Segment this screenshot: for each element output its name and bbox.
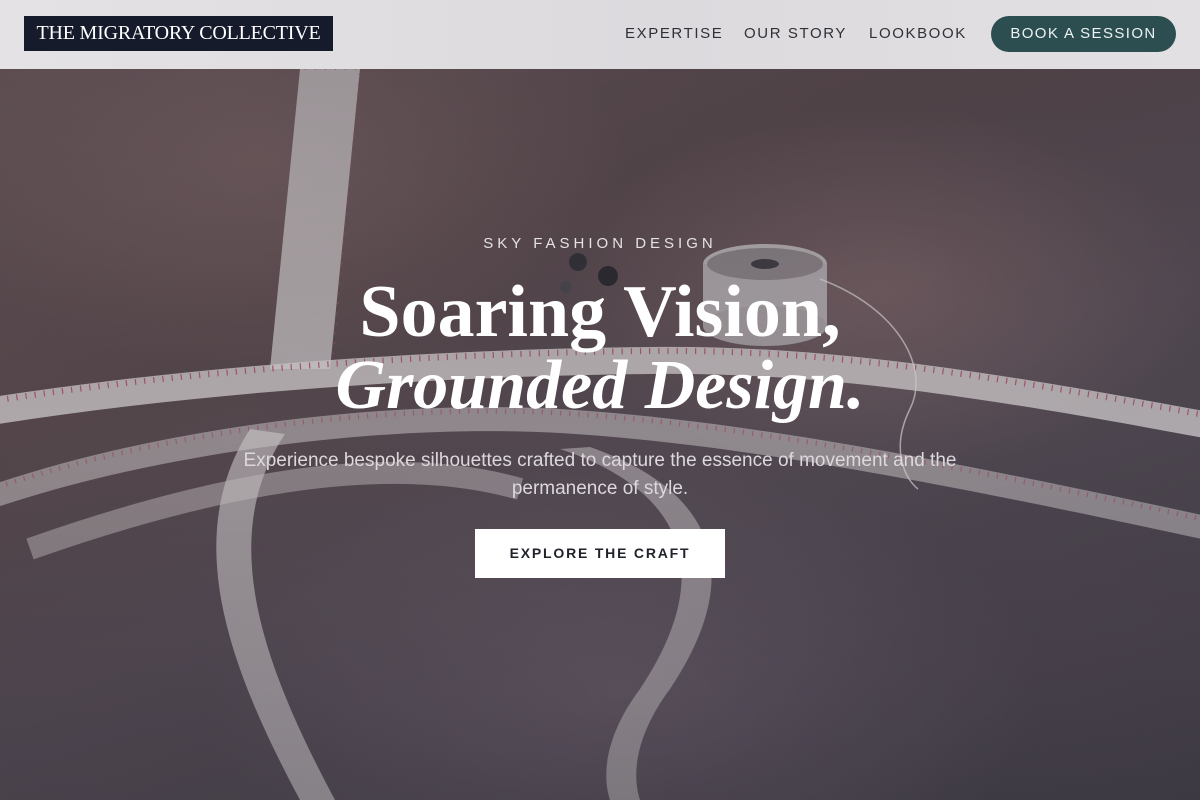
hero-section [0, 69, 1200, 800]
hero-overlay [0, 69, 1200, 800]
nav-link-our-story[interactable]: OUR STORY [744, 24, 847, 44]
headline-line-2: Grounded Design. [335, 347, 865, 424]
site-logo[interactable]: THE MIGRATORY COLLECTIVE [24, 16, 333, 51]
nav-link-expertise[interactable]: EXPERTISE [625, 24, 723, 44]
headline-line-1: Soaring Vision, [359, 271, 841, 353]
book-session-button[interactable]: BOOK A SESSION [991, 16, 1176, 52]
site-header: THE MIGRATORY COLLECTIVE EXPERTISE OUR S… [0, 0, 1200, 69]
explore-craft-button[interactable]: EXPLORE THE CRAFT [475, 529, 725, 578]
nav-link-lookbook[interactable]: LOOKBOOK [869, 24, 967, 44]
hero-subtitle: Experience bespoke silhouettes crafted t… [243, 450, 957, 499]
hero-eyebrow: SKY FASHION DESIGN [483, 235, 717, 252]
